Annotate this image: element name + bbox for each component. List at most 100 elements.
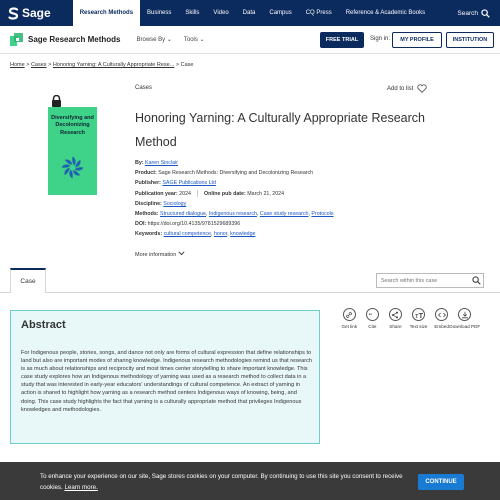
get-link-icon-wrap <box>342 308 356 321</box>
tool-label: Download PDF <box>449 324 481 329</box>
more-information-label: More information <box>135 252 177 258</box>
search-within-case-input[interactable] <box>376 273 484 288</box>
svg-text:T: T <box>418 313 422 319</box>
keyword-link[interactable]: knowledge <box>230 231 255 237</box>
meta-label: Discipline: <box>135 200 162 207</box>
topnav-reference-books[interactable]: Reference & Academic Books <box>339 0 432 26</box>
srm-logo[interactable]: Sage Research Methods <box>10 33 120 46</box>
top-search-button[interactable]: Search <box>457 0 490 26</box>
tool-label: Share <box>389 324 402 329</box>
meta-label: Keywords: <box>135 231 163 238</box>
cite-button[interactable]: “ Cite <box>361 308 384 329</box>
method-link[interactable]: Protocols <box>311 211 333 217</box>
top-search-label: Search <box>457 9 478 17</box>
add-to-list-label: Add to list <box>387 85 414 92</box>
more-information-toggle[interactable]: More information <box>135 251 185 258</box>
topnav-campus[interactable]: Campus <box>262 0 298 26</box>
publisher-link[interactable]: SAGE Publications Ltd <box>162 180 216 186</box>
meta-label: Publisher: <box>135 180 161 187</box>
text-size-icon-wrap: TT <box>412 308 426 321</box>
svg-text:“: “ <box>369 311 373 319</box>
book-cover[interactable]: Diversifying and Decolonizing Research <box>48 107 97 195</box>
tools-row: Get link “ Cite Share TT Text size Embed… <box>338 308 480 329</box>
abstract-heading: Abstract <box>21 319 66 331</box>
meta-label: Methods: <box>135 210 159 217</box>
keyword-link[interactable]: honor <box>214 231 227 237</box>
secondary-nav: Browse By Tools <box>136 36 204 43</box>
topnav-business[interactable]: Business <box>140 0 178 26</box>
search-icon <box>481 8 490 18</box>
cite-icon-wrap: “ <box>365 308 379 321</box>
add-to-list-button[interactable]: Add to list <box>387 84 428 93</box>
method-link[interactable]: Structured dialogue <box>160 211 206 217</box>
chevron-down-icon <box>178 251 185 256</box>
meta-label: DOI: <box>135 221 147 228</box>
free-trial-button[interactable]: FREE TRIAL <box>320 32 364 48</box>
breadcrumb-current-case[interactable]: Honoring Yarning: A Culturally Appropria… <box>53 62 174 68</box>
download-icon <box>461 311 468 318</box>
institution-button[interactable]: INSTITUTION <box>446 32 494 48</box>
meta-label: Online pub date: <box>203 190 246 197</box>
cookie-message: To enhance your experience on our site, … <box>40 471 410 493</box>
browse-by-dropdown[interactable]: Browse By <box>136 36 171 43</box>
meta-label: Publication year: <box>135 190 178 197</box>
product-name: Sage Research Methods <box>28 35 121 44</box>
text-size-button[interactable]: TT Text size <box>407 308 430 329</box>
embed-icon <box>437 312 446 317</box>
learn-more-link[interactable]: Learn more. <box>64 484 97 491</box>
method-link[interactable]: Case study research <box>260 211 309 217</box>
tool-label: Embed <box>434 324 449 329</box>
tool-label: Text size <box>409 324 428 329</box>
brand-name: Sage <box>22 6 51 20</box>
heart-icon <box>417 84 428 93</box>
topnav-skills[interactable]: Skills <box>178 0 206 26</box>
topnav-video[interactable]: Video <box>206 0 235 26</box>
topnav-cq-press[interactable]: CQ Press <box>299 0 339 26</box>
text-size-icon: TT <box>415 313 423 319</box>
content-type-label: Cases <box>135 85 153 91</box>
meta-label: By: <box>135 160 144 166</box>
share-icon-wrap <box>388 308 402 321</box>
tab-case[interactable]: Case <box>10 268 46 293</box>
sign-in-label: Sign in: <box>370 36 391 42</box>
page-title: Honoring Yarning: A Culturally Appropria… <box>135 111 425 149</box>
sage-logo[interactable]: Sage <box>8 6 51 20</box>
online-date-value: March 21, 2024 <box>247 190 285 197</box>
abstract-text: For Indigenous people, stories, songs, a… <box>21 350 313 413</box>
divider <box>196 189 198 197</box>
search-icon[interactable] <box>472 276 481 285</box>
cover-title: Diversifying and Decolonizing Research <box>51 115 94 136</box>
doi-value[interactable]: https://doi.org/10.4135/9781529689396 <box>148 221 240 227</box>
meta-label: Product: <box>135 170 157 177</box>
topnav-research-methods[interactable]: Research Methods <box>72 0 141 26</box>
my-profile-button[interactable]: MY PROFILE <box>392 32 442 48</box>
top-navigation-bar: Sage Research Methods Business Skills Vi… <box>0 0 500 26</box>
share-button[interactable]: Share <box>384 308 407 329</box>
method-link[interactable]: Indigenous research <box>209 211 257 217</box>
cover-emblem-icon <box>61 156 84 179</box>
sage-logo-icon <box>8 6 19 20</box>
link-icon <box>346 311 353 318</box>
share-icon <box>392 311 399 318</box>
tool-label: Get link <box>341 324 358 329</box>
srm-logo-icon <box>10 33 23 46</box>
product-value: Sage Research Methods: Diversifying and … <box>158 170 314 177</box>
tool-label: Cite <box>368 324 377 329</box>
download-pdf-button[interactable]: Download PDF <box>449 308 480 329</box>
get-link-button[interactable]: Get link <box>338 308 361 329</box>
metadata-panel: By: Karen Sinclair Product: Sage Researc… <box>135 160 334 238</box>
top-nav: Research Methods Business Skills Video D… <box>72 0 432 26</box>
download-icon-wrap <box>458 308 472 321</box>
lock-icon <box>52 95 61 107</box>
breadcrumb-cases[interactable]: Cases <box>31 62 47 68</box>
discipline-link[interactable]: Sociology <box>163 201 186 207</box>
keyword-link[interactable]: cultural competence <box>164 231 211 237</box>
continue-button[interactable]: CONTINUE <box>418 474 464 490</box>
cookie-banner: To enhance your experience on our site, … <box>0 462 500 500</box>
tools-dropdown[interactable]: Tools <box>184 36 205 43</box>
topnav-data[interactable]: Data <box>236 0 263 26</box>
breadcrumb-home[interactable]: Home <box>10 62 25 68</box>
breadcrumb: Home > Cases > Honoring Yarning: A Cultu… <box>10 62 193 68</box>
author-link[interactable]: Karen Sinclair <box>145 160 178 166</box>
embed-icon-wrap <box>435 308 449 321</box>
